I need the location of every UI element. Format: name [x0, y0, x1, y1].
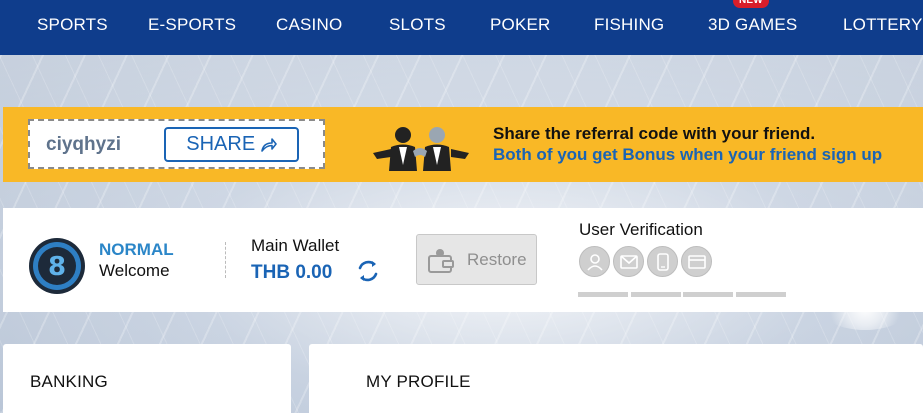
my-profile-title: MY PROFILE — [366, 372, 471, 391]
nav-item-e-sports[interactable]: E-SPORTS — [148, 0, 236, 55]
mail-icon[interactable] — [613, 246, 644, 277]
referral-code-box: ciyqhyzi SHARE — [28, 119, 325, 169]
nav-item-casino[interactable]: CASINO — [276, 0, 342, 55]
verification-progress-bar — [631, 292, 681, 297]
user-verification-title: User Verification — [579, 220, 703, 239]
nav-item-3d-games-label: 3D GAMES — [708, 15, 798, 34]
banking-title: BANKING — [30, 372, 108, 391]
new-badge: NEW — [733, 0, 769, 8]
nav-item-fishing[interactable]: FISHING — [594, 0, 664, 55]
banking-card[interactable]: BANKING — [3, 344, 291, 413]
share-button-label: SHARE — [186, 133, 256, 155]
user-icon[interactable] — [579, 246, 610, 277]
share-arrow-icon — [260, 138, 277, 152]
nav-item-3d-games[interactable]: 3D GAMES NEW — [708, 0, 797, 55]
top-navigation: SPORTS E-SPORTS CASINO SLOTS POKER FISHI… — [0, 0, 923, 55]
verification-progress-bar — [578, 292, 628, 297]
welcome-text: Welcome — [99, 261, 170, 280]
verification-progress-bar — [736, 292, 786, 297]
vip-level-avatar-icon: 8 — [29, 238, 85, 294]
friends-icon — [373, 127, 469, 171]
main-wallet-balance: THB 0.00 — [251, 262, 333, 283]
nav-item-poker[interactable]: POKER — [490, 0, 551, 55]
phone-icon[interactable] — [647, 246, 678, 277]
divider — [225, 242, 226, 278]
referral-banner: ciyqhyzi SHARE Share the referral code w… — [3, 107, 923, 182]
vip-level: NORMAL — [99, 240, 174, 259]
profile-panel: 8 NORMAL Welcome Main Wallet THB 0.00 Re… — [3, 208, 923, 312]
my-profile-card[interactable]: MY PROFILE — [309, 344, 923, 413]
restore-button-label: Restore — [467, 250, 527, 269]
share-button[interactable]: SHARE — [164, 127, 299, 162]
refresh-icon[interactable] — [355, 258, 381, 284]
bank-card-icon[interactable] — [681, 246, 712, 277]
nav-item-sports[interactable]: SPORTS — [37, 0, 108, 55]
restore-button[interactable]: Restore — [416, 234, 537, 285]
wallet-restore-icon — [428, 249, 454, 273]
nav-item-lottery[interactable]: LOTTERY — [843, 0, 923, 55]
nav-item-slots[interactable]: SLOTS — [389, 0, 446, 55]
referral-headline: Share the referral code with your friend… — [493, 124, 816, 143]
verification-progress-bar — [683, 292, 733, 297]
referral-subline: Both of you get Bonus when your friend s… — [493, 145, 883, 164]
referral-code[interactable]: ciyqhyzi — [46, 134, 121, 156]
svg-text:8: 8 — [48, 252, 66, 282]
main-wallet-label: Main Wallet — [251, 236, 340, 255]
